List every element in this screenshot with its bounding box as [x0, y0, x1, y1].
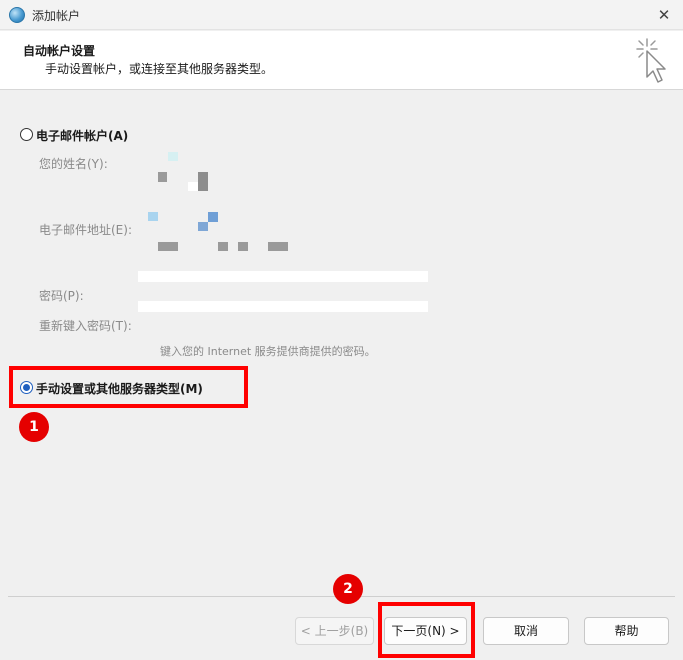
outlook-globe-icon [9, 7, 25, 23]
wizard-header: 自动帐户设置 手动设置帐户，或连接至其他服务器类型。 [0, 31, 683, 90]
blurred-name-pixel [168, 152, 178, 161]
retype-password-input-sliver[interactable] [138, 301, 428, 312]
name-field-label: 您的姓名(Y): [39, 157, 108, 171]
email-field-label: 电子邮件地址(E): [39, 223, 132, 237]
back-button[interactable]: < 上一步(B) [295, 617, 374, 645]
blurred-email-pixel [268, 242, 288, 251]
step-badge-2: 2 [333, 574, 363, 604]
blurred-name-pixel [158, 172, 167, 182]
close-button[interactable]: ✕ [653, 4, 675, 26]
title-bar: 添加帐户 ✕ [0, 0, 683, 30]
blurred-email-pixel [198, 222, 208, 231]
email-account-label[interactable]: 电子邮件帐户(A) [36, 127, 128, 144]
highlight-box-next-button [378, 602, 475, 658]
password-field-label: 密码(P): [39, 289, 84, 303]
blurred-email-pixel [238, 242, 248, 251]
retype-password-field-label: 重新键入密码(T): [39, 319, 132, 333]
highlight-box-manual-setup [9, 366, 248, 408]
blurred-email-pixel [158, 242, 178, 251]
header-subtitle: 手动设置帐户，或连接至其他服务器类型。 [45, 62, 274, 76]
help-button[interactable]: 帮助 [584, 617, 669, 645]
step-badge-1: 1 [19, 412, 49, 442]
blurred-name-pixel [198, 172, 208, 191]
blurred-email-pixel [208, 212, 218, 222]
password-input-sliver[interactable] [138, 271, 428, 282]
email-account-radio[interactable] [20, 128, 33, 141]
password-hint: 键入您的 Internet 服务提供商提供的密码。 [160, 345, 376, 358]
cursor-sparkle-icon [636, 38, 666, 83]
blurred-email-pixel [218, 242, 228, 251]
cancel-button[interactable]: 取消 [483, 617, 569, 645]
header-title: 自动帐户设置 [23, 44, 96, 58]
blurred-name-pixel [188, 182, 198, 191]
blurred-email-pixel [148, 212, 158, 221]
window-title: 添加帐户 [32, 9, 81, 23]
